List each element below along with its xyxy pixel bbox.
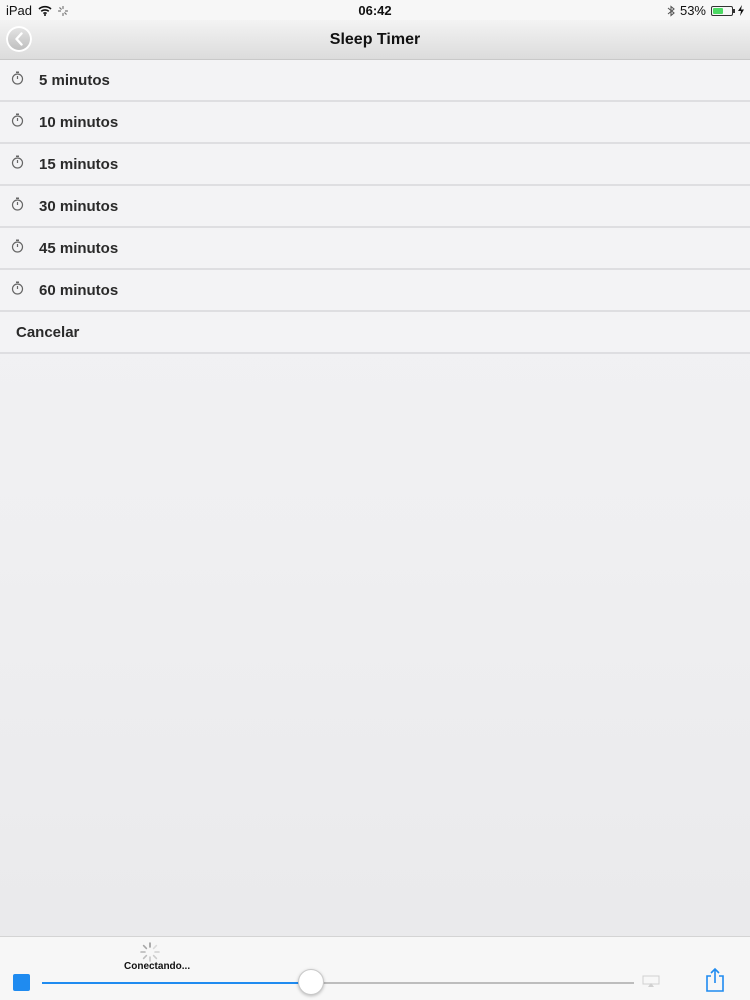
stopwatch-icon	[11, 71, 24, 85]
battery-percent: 53%	[679, 3, 706, 18]
nav-bar: Sleep Timer	[0, 20, 750, 60]
timer-option-label: 30 minutos	[39, 198, 119, 215]
timer-option-10[interactable]: 10 minutos	[0, 102, 750, 144]
share-icon[interactable]	[705, 967, 725, 993]
volume-slider[interactable]	[42, 969, 634, 995]
player-bar: Conectando...	[0, 936, 750, 1000]
timer-option-label: 45 minutos	[39, 240, 119, 257]
timer-option-label: 10 minutos	[39, 114, 119, 131]
stopwatch-icon	[11, 239, 24, 253]
loading-spinner-icon	[140, 942, 160, 962]
charging-bolt-icon	[738, 5, 744, 16]
timer-option-45[interactable]: 45 minutos	[0, 228, 750, 270]
battery-level	[713, 7, 723, 14]
cancel-button[interactable]: Cancelar	[0, 312, 750, 354]
page-title: Sleep Timer	[329, 31, 421, 48]
timer-option-15[interactable]: 15 minutos	[0, 144, 750, 186]
timer-option-label: 5 minutos	[39, 72, 110, 89]
timer-option-30[interactable]: 30 minutos	[0, 186, 750, 228]
timer-option-5[interactable]: 5 minutos	[0, 60, 750, 102]
airplay-icon[interactable]	[642, 975, 660, 987]
timer-list: 5 minutos 10 minutos 15 minutos 30 minut…	[0, 60, 750, 354]
status-bar: iPad 06:42 53%	[0, 0, 750, 20]
slider-thumb[interactable]	[298, 969, 324, 995]
timer-option-label: 15 minutos	[39, 156, 119, 173]
connection-status: Conectando...	[124, 961, 191, 972]
bluetooth-icon	[667, 4, 675, 17]
battery-icon	[711, 5, 735, 16]
clock: 06:42	[358, 3, 392, 18]
stopwatch-icon	[11, 155, 24, 169]
stop-button[interactable]	[13, 974, 30, 991]
slider-fill	[42, 982, 311, 984]
stopwatch-icon	[11, 197, 24, 211]
status-right: 53%	[667, 3, 744, 18]
timer-option-label: 60 minutos	[39, 282, 119, 299]
stopwatch-icon	[11, 113, 24, 127]
cancel-label: Cancelar	[16, 324, 80, 341]
stopwatch-icon	[11, 281, 24, 295]
timer-option-60[interactable]: 60 minutos	[0, 270, 750, 312]
